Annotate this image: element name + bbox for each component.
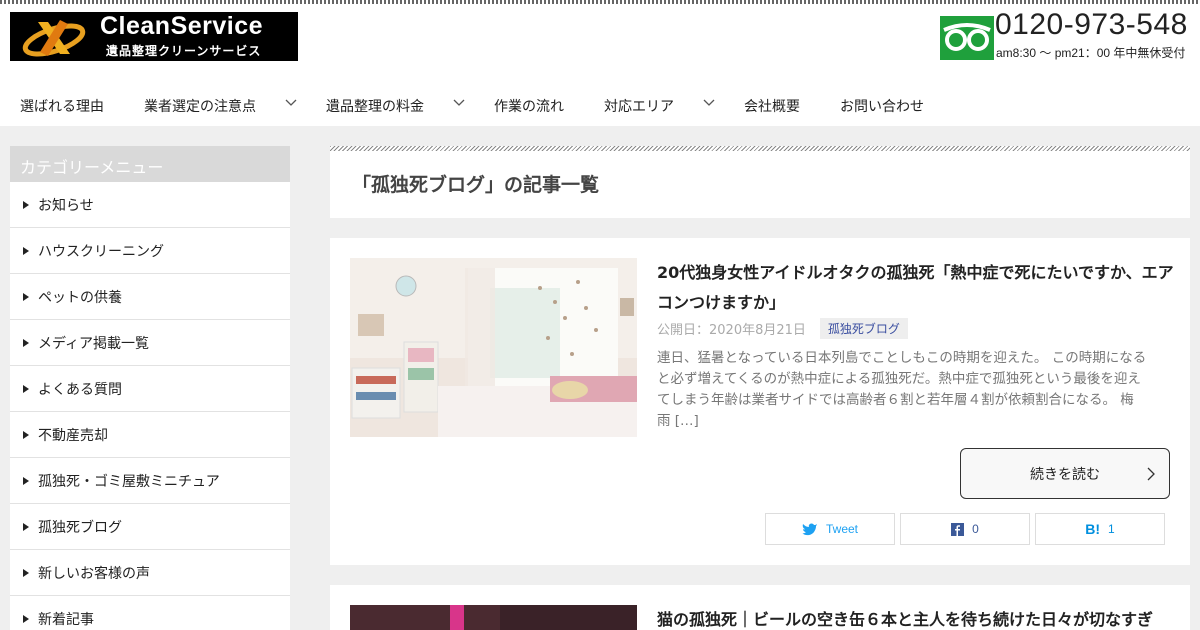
tweet-button[interactable]: Tweet [765, 513, 895, 545]
facebook-count: 0 [972, 522, 979, 536]
post-title[interactable]: 猫の孤独死｜ビールの空き缶６本と主人を待ち続けた日々が切なすぎ [657, 605, 1177, 630]
hatena-count: 1 [1108, 522, 1115, 536]
sidebar-item-news[interactable]: お知らせ [10, 182, 290, 228]
sidebar-item-pet-memorial[interactable]: ペットの供養 [10, 274, 290, 320]
nav-item-contact[interactable]: お問い合わせ [840, 96, 924, 116]
cat-photo-image [350, 605, 637, 630]
caret-right-icon [23, 384, 29, 393]
sidebar-title: カテゴリーメニュー [10, 146, 290, 182]
sidebar-item-label: ハウスクリーニング [38, 243, 164, 260]
caret-right-icon [23, 246, 29, 255]
chevron-right-icon [1147, 467, 1155, 481]
sidebar-item-real-estate[interactable]: 不動産売却 [10, 412, 290, 458]
sidebar-item-label: 新しいお客様の声 [38, 565, 150, 582]
phone-number[interactable]: 0120-973-548 [995, 8, 1188, 42]
read-more-button[interactable]: 続きを読む [960, 448, 1170, 499]
chevron-down-icon[interactable] [284, 96, 298, 110]
post-thumbnail[interactable] [350, 258, 637, 437]
post-card: 20代独身女性アイドルオタクの孤独死「熱中症で死にたいですか、エアコンつけますか… [330, 238, 1190, 565]
twitter-bird-icon [801, 523, 817, 536]
sidebar-item-label: 不動産売却 [38, 427, 108, 444]
category-sidebar: カテゴリーメニュー お知らせ ハウスクリーニング ペットの供養 メディア掲載一覧… [10, 146, 290, 630]
archive-header-stripe [330, 146, 1190, 151]
caret-right-icon [23, 292, 29, 301]
sidebar-item-faq[interactable]: よくある質問 [10, 366, 290, 412]
published-date: 公開日：2020年8月21日 [657, 323, 806, 338]
sidebar-item-testimonials[interactable]: 新しいお客様の声 [10, 550, 290, 596]
read-more-label: 続きを読む [1030, 466, 1100, 483]
nav-item-workflow[interactable]: 作業の流れ [494, 96, 564, 116]
nav-item-service-area[interactable]: 対応エリア [604, 96, 674, 116]
sidebar-item-label: 新着記事 [38, 611, 94, 628]
caret-right-icon [23, 200, 29, 209]
sidebar-item-new-posts[interactable]: 新着記事 [10, 596, 290, 630]
sidebar-item-label: メディア掲載一覧 [38, 335, 150, 352]
sidebar-item-label: お知らせ [38, 197, 94, 214]
archive-header: 「孤独死ブログ」の記事一覧 [330, 146, 1190, 218]
global-nav: 選ばれる理由 業者選定の注意点 遺品整理の料金 作業の流れ 対応エリア 会社概要… [0, 86, 1200, 126]
sidebar-item-miniature[interactable]: 孤独死・ゴミ屋敷ミニチュア [10, 458, 290, 504]
hatena-bookmark-icon: B! [1085, 521, 1101, 537]
caret-right-icon [23, 430, 29, 439]
nav-item-selection-notes[interactable]: 業者選定の注意点 [144, 96, 256, 116]
chevron-down-icon[interactable] [702, 96, 716, 110]
site-logo[interactable]: CleanService 遺品整理クリーンサービス [10, 12, 298, 61]
sidebar-item-label: よくある質問 [38, 381, 122, 398]
sidebar-item-label: 孤独死ブログ [38, 519, 122, 536]
post-card: 猫の孤独死｜ビールの空き缶６本と主人を待ち続けた日々が切なすぎ [330, 585, 1190, 630]
page-title: 「孤独死ブログ」の記事一覧 [352, 174, 600, 196]
caret-right-icon [23, 338, 29, 347]
facebook-icon [951, 522, 965, 536]
chevron-down-icon[interactable] [452, 96, 466, 110]
logo-title: CleanService [100, 12, 264, 40]
post-excerpt: 連日、猛暑となっている日本列島でことしもこの時期を迎えた。 この時期になると必ず… [657, 350, 1147, 429]
caret-right-icon [23, 476, 29, 485]
caret-right-icon [23, 568, 29, 577]
sidebar-item-label: 孤独死・ゴミ屋敷ミニチュア [38, 473, 220, 490]
post-thumbnail[interactable] [350, 605, 637, 630]
site-header: CleanService 遺品整理クリーンサービス 0120-973-548 a… [0, 4, 1200, 126]
sidebar-item-lonely-death-blog[interactable]: 孤独死ブログ [10, 504, 290, 550]
sidebar-item-house-cleaning[interactable]: ハウスクリーニング [10, 228, 290, 274]
logo-subtitle: 遺品整理クリーンサービス [106, 44, 262, 58]
caret-right-icon [23, 522, 29, 531]
logo-mark-icon [22, 20, 86, 57]
sidebar-item-media[interactable]: メディア掲載一覧 [10, 320, 290, 366]
category-badge[interactable]: 孤独死ブログ [819, 318, 908, 339]
phone-hours: am8:30 ～ pm21：00 年中無休受付 [996, 46, 1186, 60]
bedroom-photo-image [350, 258, 637, 437]
nav-item-pricing[interactable]: 遺品整理の料金 [326, 96, 424, 116]
caret-right-icon [23, 614, 29, 623]
tweet-label: Tweet [825, 522, 858, 536]
free-dial-icon [940, 16, 994, 60]
sidebar-item-label: ペットの供養 [38, 289, 122, 306]
post-meta: 公開日：2020年8月21日 孤独死ブログ [657, 318, 908, 339]
facebook-share-button[interactable]: 0 [900, 513, 1030, 545]
hatena-bookmark-button[interactable]: B! 1 [1035, 513, 1165, 545]
nav-item-company[interactable]: 会社概要 [744, 96, 800, 116]
nav-item-reasons[interactable]: 選ばれる理由 [20, 96, 104, 116]
post-title[interactable]: 20代独身女性アイドルオタクの孤独死「熱中症で死にたいですか、エアコンつけますか… [657, 258, 1177, 318]
